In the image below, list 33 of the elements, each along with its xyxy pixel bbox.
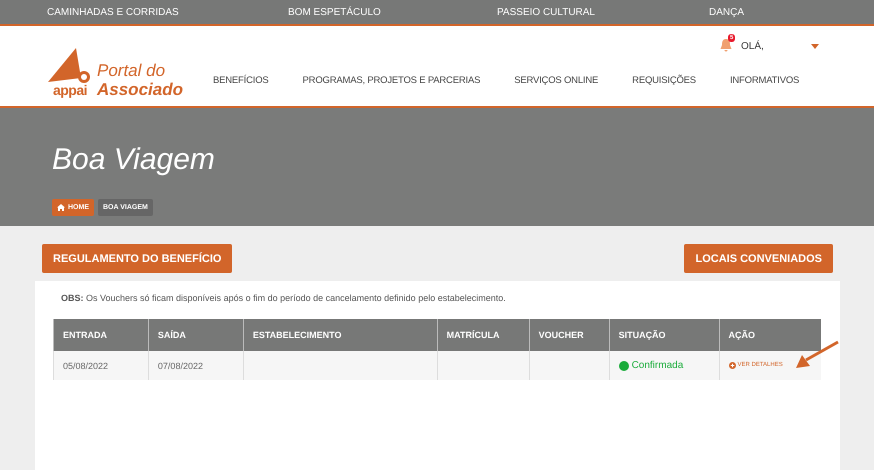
plus-circle-icon: [728, 362, 736, 368]
top-nav-link[interactable]: CAMINHADAS E CORRIDAS: [47, 6, 288, 18]
column-header: ESTABELECIMENTO: [243, 319, 438, 351]
bell-icon[interactable]: [719, 38, 733, 52]
nav-link[interactable]: PROGRAMAS, PROJETOS E PARCERIAS: [302, 75, 480, 86]
user-greeting[interactable]: OLÁ,: [741, 40, 805, 52]
nav-link[interactable]: SERVIÇOS ONLINE: [514, 75, 598, 86]
page-title: Boa Viagem: [52, 142, 216, 178]
nav-link[interactable]: INFORMATIVOS: [730, 75, 800, 86]
top-nav-link[interactable]: DANÇA: [709, 6, 874, 18]
caret-icon[interactable]: [811, 44, 819, 48]
column-header: SITUAÇÃO: [609, 319, 719, 351]
logo-icon: [48, 48, 92, 84]
top-nav-link[interactable]: BOM ESPETÁCULO: [288, 6, 497, 18]
logo-title: Associado: [97, 80, 183, 99]
top-nav-link[interactable]: PASSEIO CULTURAL: [497, 6, 709, 18]
obs-note: OBS: Os Vouchers só ficam disponíveis após o fim do período de cancelamento definido pelo estabelecimento.: [61, 293, 507, 303]
column-header: VOUCHER: [529, 319, 610, 351]
nav-link[interactable]: REQUISIÇÕES: [632, 75, 696, 86]
column-header: ENTRADA: [54, 319, 148, 351]
action-button[interactable]: LOCAIS CONVENIADOS: [684, 244, 833, 273]
table-cell: 05/08/2022: [54, 351, 148, 380]
column-header: MATRÍCULA: [437, 319, 530, 351]
home-icon: [57, 204, 65, 211]
annotation-arrow: [796, 340, 840, 370]
column-header: SAÍDA: [148, 319, 244, 351]
table-cell: 07/08/2022: [148, 351, 244, 380]
column-header: AÇÃO: [719, 319, 821, 351]
logo-brand: appai: [52, 84, 88, 96]
nav-link[interactable]: BENEFÍCIOS: [212, 75, 269, 86]
logo-title: Portal do: [97, 61, 166, 80]
action-button[interactable]: REGULAMENTO DO BENEFÍCIO: [42, 244, 232, 273]
status-text: Confirmada: [632, 360, 684, 371]
